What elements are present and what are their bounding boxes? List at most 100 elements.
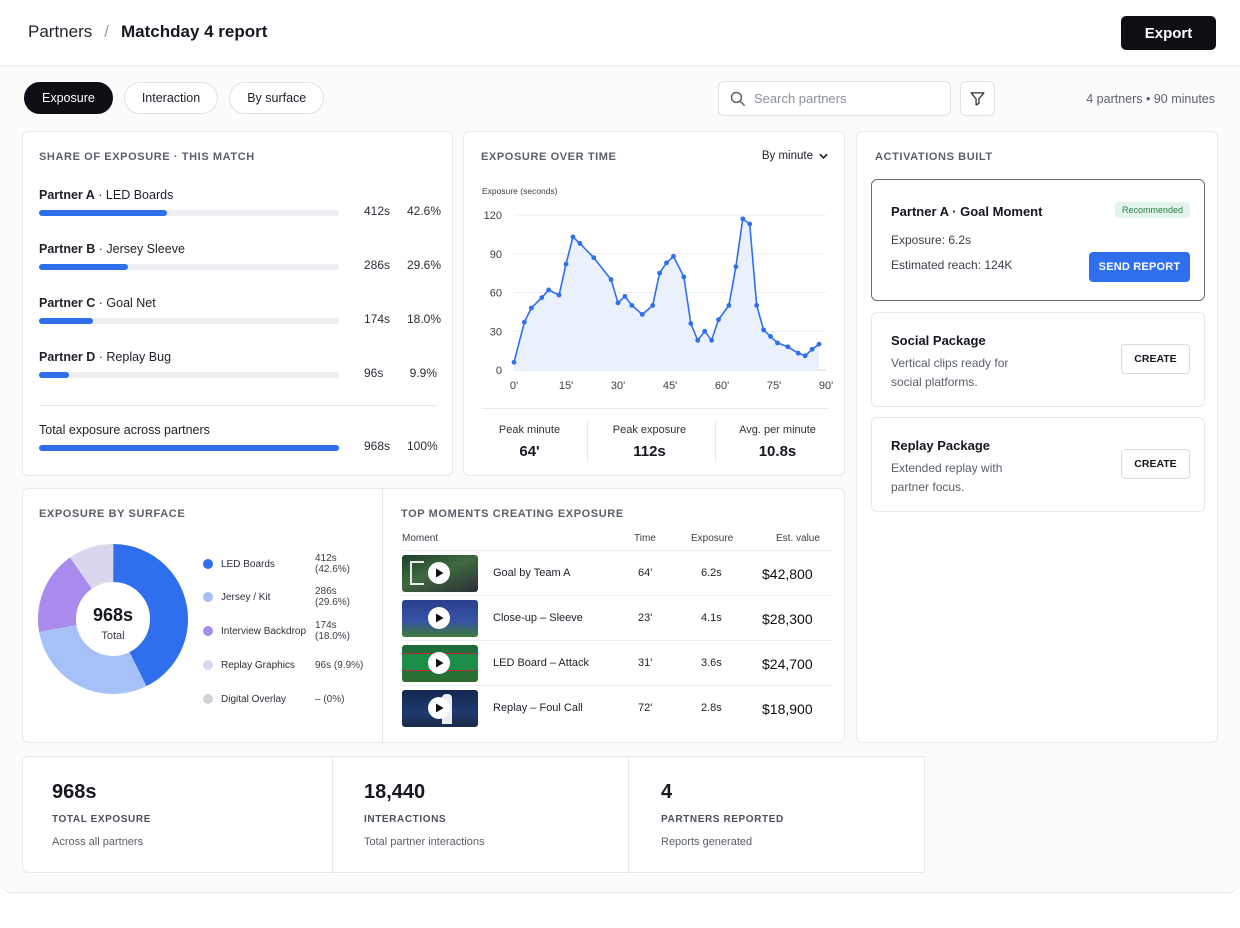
- legend-name: LED Boards: [221, 558, 275, 570]
- activation-description: social platforms.: [891, 375, 978, 389]
- moment-name: Goal by Team A: [493, 567, 571, 579]
- activation-exposure: Exposure: 6.2s: [891, 233, 972, 247]
- legend-value: 286s (29.6%): [315, 586, 351, 608]
- table-row[interactable]: LED Board – Attack 31' 3.6s $24,700: [401, 640, 833, 685]
- stat-avg-per-minute: Avg. per minute 10.8s: [720, 424, 835, 460]
- share-card-title: Share of exposure · This match: [39, 151, 255, 163]
- play-icon[interactable]: [428, 697, 450, 719]
- column-header-time: Time: [634, 533, 656, 544]
- data-point: [528, 305, 534, 311]
- activation-title: Partner A · Goal Moment: [891, 204, 1043, 219]
- page-title: Matchday 4 report: [120, 22, 268, 41]
- page-header: Partners / Matchday 4 report Export: [0, 0, 1240, 66]
- share-row-total: Total exposure across partners 968s 100%: [39, 423, 439, 453]
- breadcrumb: Partners / Matchday 4 report: [28, 22, 267, 42]
- data-point: [754, 303, 760, 308]
- data-point: [539, 295, 545, 301]
- top-moments-card: Top moments creating exposure Moment Tim…: [382, 488, 845, 743]
- moment-exposure: 6.2s: [701, 567, 722, 579]
- moment-thumbnail[interactable]: [402, 645, 478, 682]
- export-button[interactable]: Export: [1121, 16, 1216, 50]
- data-point: [795, 350, 801, 356]
- activation-description: partner focus.: [891, 480, 965, 494]
- table-row[interactable]: Close-up – Sleeve 23' 4.1s $28,300: [401, 595, 833, 640]
- tab-exposure[interactable]: Exposure: [24, 82, 113, 114]
- legend-name: Interview Backdrop: [221, 625, 307, 637]
- share-row-partner-b: Partner B · Jersey Sleeve 286s 29.6%: [39, 242, 442, 272]
- legend-led-boards: LED Boards 412s (42.6%): [203, 553, 373, 575]
- create-replay-package-button[interactable]: CREATE: [1121, 449, 1190, 479]
- x-tick-label: 45': [663, 380, 677, 392]
- partner-name: Partner B: [39, 242, 96, 256]
- share-bar: [39, 264, 339, 270]
- moment-time: 72': [638, 702, 653, 714]
- create-social-package-button[interactable]: CREATE: [1121, 344, 1190, 374]
- data-point: [664, 260, 669, 266]
- data-point: [671, 253, 676, 259]
- stat-value: 112s: [633, 443, 666, 460]
- moment-value: $18,900: [762, 701, 813, 717]
- stats-divider: [482, 408, 828, 409]
- kpi-partners-reported: 4 PARTNERS REPORTED Reports generated: [632, 757, 922, 873]
- moment-name: LED Board – Attack: [493, 657, 589, 669]
- timeline-card-title: Exposure over time: [481, 151, 617, 163]
- breadcrumb-separator: /: [104, 22, 109, 41]
- play-icon[interactable]: [428, 652, 450, 674]
- share-bar-fill: [39, 445, 339, 451]
- donut-center-label: Total: [101, 630, 125, 642]
- moment-thumbnail[interactable]: [402, 555, 478, 592]
- tab-interaction[interactable]: Interaction: [123, 82, 219, 114]
- data-point: [577, 241, 583, 246]
- share-divider: [39, 405, 437, 406]
- moment-time: 64': [638, 567, 653, 579]
- legend-swatch: [203, 694, 213, 704]
- kpi-value: 968s: [52, 781, 97, 803]
- moment-thumbnail[interactable]: [402, 600, 478, 637]
- tab-by-surface[interactable]: By surface: [229, 82, 325, 114]
- data-point: [768, 334, 773, 339]
- activation-title: Social Package: [891, 333, 986, 348]
- stat-peak-exposure: Peak exposure 112s: [592, 424, 707, 460]
- activation-partner-a-goal-moment[interactable]: Partner A · Goal Moment Recommended Expo…: [871, 179, 1205, 301]
- kpi-subtext: Across all partners: [52, 836, 144, 848]
- donut-center-value: 968s: [92, 605, 134, 625]
- moment-value: $28,300: [762, 611, 813, 627]
- granularity-dropdown[interactable]: By minute: [762, 150, 828, 162]
- data-point: [695, 337, 701, 343]
- play-icon[interactable]: [428, 562, 450, 584]
- activation-social-package[interactable]: Social Package Vertical clips ready for …: [871, 312, 1205, 407]
- y-tick-label: 90: [490, 249, 502, 261]
- activation-replay-package[interactable]: Replay Package Extended replay with part…: [871, 417, 1205, 512]
- send-report-button[interactable]: SEND REPORT: [1089, 252, 1190, 282]
- moment-exposure: 2.8s: [701, 702, 722, 714]
- x-tick-label: 0': [510, 380, 518, 392]
- legend-name: Digital Overlay: [221, 693, 287, 705]
- legend-swatch: [203, 660, 213, 670]
- share-percent: 29.6%: [407, 258, 442, 272]
- kpi-separator: [332, 757, 333, 873]
- table-row[interactable]: Goal by Team A 64' 6.2s $42,800: [401, 550, 833, 595]
- filter-button[interactable]: [960, 81, 995, 116]
- surface-name: Goal Net: [106, 296, 156, 310]
- stat-separator: [715, 422, 716, 462]
- activation-title: Replay Package: [891, 438, 991, 453]
- data-point: [747, 221, 753, 227]
- data-point: [570, 234, 576, 240]
- breadcrumb-partners-link[interactable]: Partners: [28, 22, 92, 42]
- surface-name: LED Boards: [105, 188, 174, 202]
- share-bar-fill: [39, 318, 93, 324]
- stat-peak-minute: Peak minute 64': [472, 424, 587, 460]
- moment-thumbnail[interactable]: [402, 690, 478, 727]
- chevron-down-icon: [819, 153, 828, 159]
- share-bar-fill: [39, 210, 167, 216]
- data-point: [726, 303, 732, 308]
- column-header-moment: Moment: [402, 533, 439, 544]
- activations-card: Activations built Partner A · Goal Momen…: [856, 131, 1218, 743]
- table-row[interactable]: Replay – Foul Call 72' 2.8s $18,900: [401, 685, 833, 730]
- search-input[interactable]: [754, 91, 934, 106]
- share-bar: [39, 372, 339, 378]
- app-window: Partners / Matchday 4 report Export Expo…: [0, 0, 1240, 893]
- play-icon[interactable]: [428, 607, 450, 629]
- data-point: [716, 317, 721, 323]
- legend-value: 412s (42.6%): [315, 553, 351, 575]
